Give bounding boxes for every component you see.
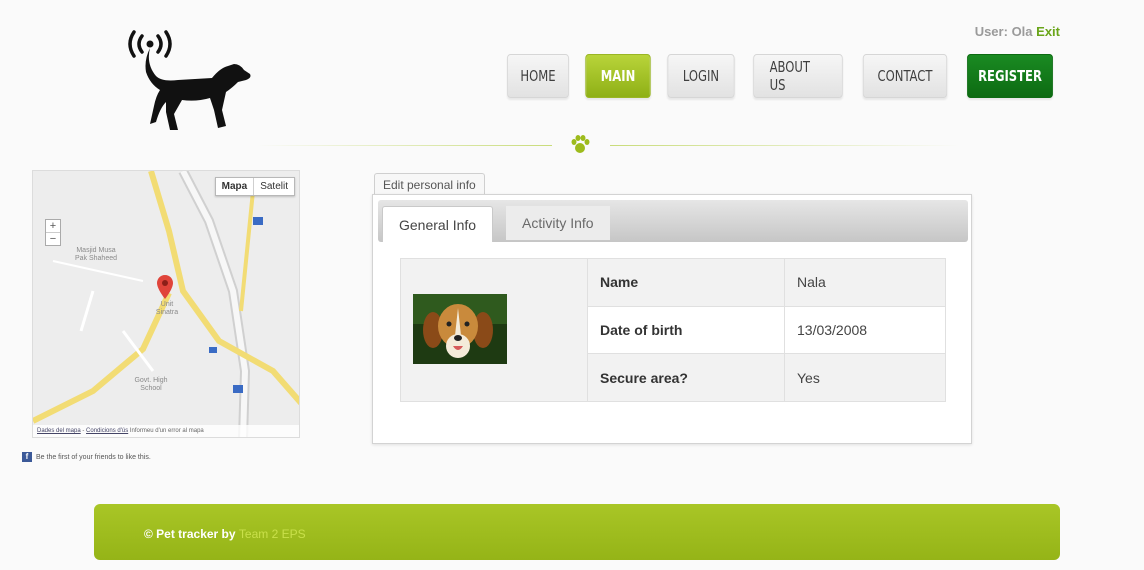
map-data-link[interactable]: Dades del mapa — [37, 428, 81, 434]
secure-area-label: Secure area? — [587, 353, 785, 402]
page-footer: © Pet tracker by Team 2 EPS — [94, 504, 1060, 560]
map-footer: Dades del mapa - Condicions d'ús Informe… — [33, 425, 299, 437]
tab-general-info[interactable]: General Info — [382, 206, 494, 242]
nav-about-us[interactable]: ABOUT US — [753, 54, 843, 98]
map-terms-link[interactable]: Condicions d'ús — [86, 428, 128, 434]
map-place-label: Unit Sinatra — [155, 301, 179, 316]
exit-link[interactable]: Exit — [1036, 24, 1060, 39]
name-value: Nala — [784, 258, 946, 307]
nav-login[interactable]: LOGIN — [667, 54, 735, 98]
header-divider-left — [256, 145, 552, 146]
map-place-label: Govt. High School — [134, 377, 168, 392]
map-type-satellite[interactable]: Satelit — [254, 178, 294, 195]
secure-area-value: Yes — [784, 353, 946, 402]
pet-info-table: Name Nala Date of birth 13/03/2008 Secur… — [400, 258, 946, 402]
pet-photo-cell — [400, 258, 588, 402]
header-divider-right — [610, 145, 960, 146]
location-pin-icon[interactable] — [157, 275, 173, 299]
name-label: Name — [587, 258, 785, 307]
footer-prefix: © Pet tracker by — [144, 527, 236, 541]
map-report-link[interactable]: Informeu d'un error al mapa — [130, 428, 204, 434]
user-status: User: Ola Exit — [975, 24, 1060, 39]
user-name: Ola — [1011, 24, 1033, 39]
profile-tab-bar: General Info Activity Info — [378, 200, 968, 242]
main-nav: HOME MAIN LOGIN ABOUT US CONTACT REGISTE… — [502, 54, 1060, 98]
nav-main[interactable]: MAIN — [585, 54, 651, 98]
paw-icon — [571, 135, 590, 153]
map-zoom-control: + − — [45, 219, 61, 246]
zoom-in-button[interactable]: + — [46, 220, 60, 232]
dog-logo-icon — [128, 30, 251, 130]
facebook-like[interactable]: f Be the first of your friends to like t… — [22, 452, 151, 462]
map-place-label: Masjid Musa Pak Shaheed — [74, 247, 118, 262]
user-label: User: — [974, 24, 1008, 39]
facebook-like-text: Be the first of your friends to like thi… — [36, 453, 151, 461]
nav-register[interactable]: REGISTER — [967, 54, 1053, 98]
location-map[interactable]: Masjid Musa Pak Shaheed Unit Sinatra Gov… — [32, 170, 300, 438]
dob-label: Date of birth — [587, 305, 785, 355]
map-type-toggle: Mapa Satelit — [214, 177, 295, 196]
footer-credit: © Pet tracker by Team 2 EPS — [144, 527, 306, 541]
facebook-icon: f — [22, 452, 32, 462]
zoom-out-button[interactable]: − — [46, 232, 60, 245]
dob-value: 13/03/2008 — [784, 305, 946, 355]
nav-contact[interactable]: CONTACT — [862, 54, 948, 98]
map-type-map[interactable]: Mapa — [216, 178, 255, 195]
footer-team-link[interactable]: Team 2 EPS — [239, 527, 306, 541]
pet-photo — [413, 293, 507, 364]
tab-activity-info[interactable]: Activity Info — [506, 206, 610, 240]
edit-personal-info-button[interactable]: Edit personal info — [374, 173, 485, 196]
table-row: Name Nala — [400, 258, 946, 402]
nav-home[interactable]: HOME — [507, 54, 569, 98]
